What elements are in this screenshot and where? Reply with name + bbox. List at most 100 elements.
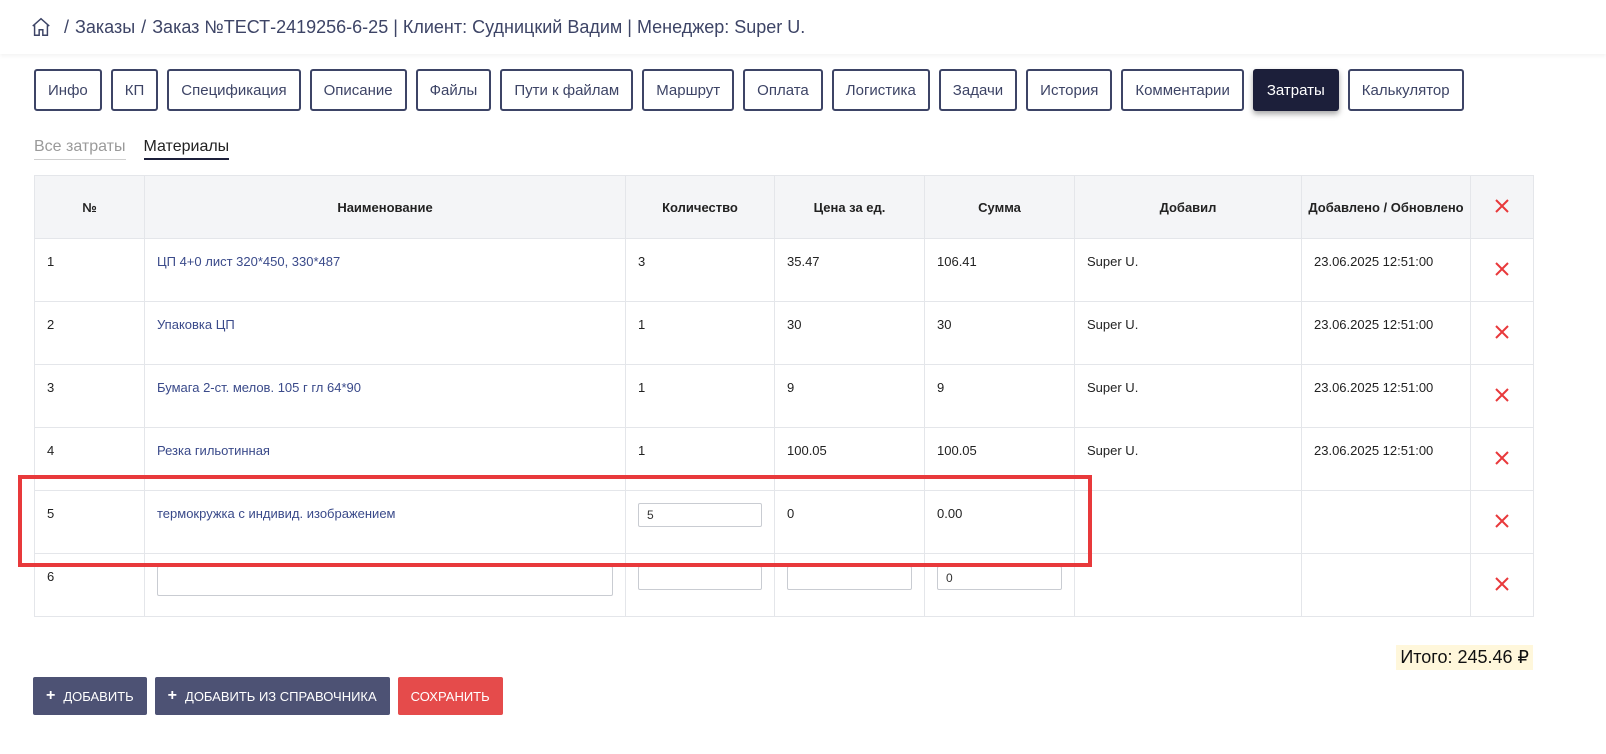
- table-row: 3 Бумага 2-ст. мелов. 105 г гл 64*90 1 9…: [34, 364, 1534, 428]
- total-amount: Итого: 245.46 ₽: [1396, 645, 1533, 670]
- home-icon[interactable]: [30, 16, 52, 38]
- tab-route[interactable]: Маршрут: [642, 69, 735, 111]
- row-quantity: 1: [625, 364, 775, 428]
- delete-row-icon[interactable]: [1494, 576, 1510, 592]
- order-tabs: Инфо КП Спецификация Описание Файлы Пути…: [34, 69, 1464, 111]
- row-name-link[interactable]: Упаковка ЦП: [144, 301, 626, 365]
- table-row-new: 6: [34, 553, 1534, 617]
- delete-row-icon[interactable]: [1494, 324, 1510, 340]
- row-unit-price: 0: [774, 490, 925, 554]
- tab-info[interactable]: Инфо: [34, 69, 102, 111]
- subtab-all-costs[interactable]: Все затраты: [34, 138, 126, 160]
- tab-calculator[interactable]: Калькулятор: [1347, 69, 1464, 111]
- quantity-input[interactable]: [638, 566, 762, 590]
- row-added-by: Super U.: [1074, 364, 1302, 428]
- action-buttons: + Добавить + Добавить из справочника Сох…: [33, 677, 503, 715]
- tab-kp[interactable]: КП: [110, 69, 159, 111]
- table-row: 1 ЦП 4+0 лист 320*450, 330*487 3 35.47 1…: [34, 238, 1534, 302]
- table-row: 2 Упаковка ЦП 1 30 30 Super U. 23.06.202…: [34, 301, 1534, 365]
- row-number: 3: [34, 364, 145, 428]
- row-added-by: [1074, 490, 1302, 554]
- subtab-materials[interactable]: Материалы: [143, 138, 230, 160]
- add-button-label: Добавить: [63, 688, 134, 704]
- tab-file-paths[interactable]: Пути к файлам: [500, 69, 634, 111]
- row-date: 23.06.2025 12:51:00: [1301, 364, 1471, 428]
- plus-icon: +: [167, 687, 178, 704]
- save-button[interactable]: Сохранить: [397, 677, 503, 715]
- row-added-by: [1074, 553, 1302, 617]
- unit-price-input[interactable]: [787, 566, 912, 590]
- row-added-by: Super U.: [1074, 427, 1302, 491]
- row-sum: 0.00: [924, 490, 1075, 554]
- sum-input[interactable]: [937, 566, 1062, 590]
- table-row: 4 Резка гильотинная 1 100.05 100.05 Supe…: [34, 427, 1534, 491]
- save-button-label: Сохранить: [410, 688, 490, 704]
- delete-row-icon[interactable]: [1494, 261, 1510, 277]
- row-number: 5: [34, 490, 145, 554]
- column-header-added-by: Добавил: [1074, 175, 1302, 239]
- delete-row-icon[interactable]: [1494, 513, 1510, 529]
- row-unit-price: 30: [774, 301, 925, 365]
- tab-comments[interactable]: Комментарии: [1121, 69, 1244, 111]
- table-row: 5 термокружка с индивид. изображением 0 …: [34, 490, 1534, 554]
- column-header-name: Наименование: [144, 175, 626, 239]
- breadcrumb-order-title: Заказ №ТЕСТ-2419256-6-25 | Клиент: Судни…: [152, 16, 806, 37]
- tab-files[interactable]: Файлы: [415, 69, 492, 111]
- row-quantity: 1: [625, 427, 775, 491]
- column-header-number: №: [34, 175, 145, 239]
- table-header-row: № Наименование Количество Цена за ед. Су…: [34, 175, 1534, 239]
- breadcrumb-bar: / Заказы / Заказ №ТЕСТ-2419256-6-25 | Кл…: [0, 0, 1606, 54]
- tab-description[interactable]: Описание: [309, 69, 407, 111]
- row-name-link[interactable]: ЦП 4+0 лист 320*450, 330*487: [144, 238, 626, 302]
- tab-logistics[interactable]: Логистика: [831, 69, 930, 111]
- row-sum: 30: [924, 301, 1075, 365]
- tab-payment[interactable]: Оплата: [743, 69, 823, 111]
- row-quantity: 3: [625, 238, 775, 302]
- row-sum: 100.05: [924, 427, 1075, 491]
- row-name-cell: [144, 553, 626, 617]
- row-date: [1301, 553, 1471, 617]
- row-name-link[interactable]: термокружка с индивид. изображением: [144, 490, 626, 554]
- tab-history[interactable]: История: [1026, 69, 1113, 111]
- delete-all-cell: [1470, 175, 1534, 239]
- breadcrumb-separator: /: [141, 16, 147, 37]
- row-date: [1301, 490, 1471, 554]
- name-input[interactable]: [157, 566, 613, 596]
- row-price-cell: [774, 553, 925, 617]
- row-sum: 106.41: [924, 238, 1075, 302]
- breadcrumb-orders-link[interactable]: Заказы: [75, 17, 135, 38]
- quantity-input[interactable]: [638, 503, 762, 527]
- column-header-sum: Сумма: [924, 175, 1075, 239]
- row-delete-cell: [1470, 301, 1534, 365]
- row-date: 23.06.2025 12:51:00: [1301, 427, 1471, 491]
- row-unit-price: 100.05: [774, 427, 925, 491]
- delete-all-icon[interactable]: [1494, 198, 1510, 214]
- row-number: 6: [34, 553, 145, 617]
- row-quantity-cell: [625, 490, 775, 554]
- tab-tasks[interactable]: Задачи: [938, 69, 1018, 111]
- add-from-directory-label: Добавить из справочника: [185, 688, 377, 704]
- materials-table: № Наименование Количество Цена за ед. Су…: [34, 175, 1534, 617]
- tab-costs[interactable]: Затраты: [1252, 69, 1339, 111]
- row-name-link[interactable]: Бумага 2-ст. мелов. 105 г гл 64*90: [144, 364, 626, 428]
- column-header-quantity: Количество: [625, 175, 775, 239]
- row-number: 4: [34, 427, 145, 491]
- column-header-added-updated: Добавлено / Обновлено: [1301, 175, 1471, 239]
- delete-row-icon[interactable]: [1494, 450, 1510, 466]
- row-quantity-cell: [625, 553, 775, 617]
- row-delete-cell: [1470, 490, 1534, 554]
- row-quantity: 1: [625, 301, 775, 365]
- row-sum-cell: [924, 553, 1075, 617]
- breadcrumb-separator: /: [64, 16, 70, 37]
- delete-row-icon[interactable]: [1494, 387, 1510, 403]
- add-from-directory-button[interactable]: + Добавить из справочника: [154, 677, 390, 715]
- row-name-link[interactable]: Резка гильотинная: [144, 427, 626, 491]
- row-unit-price: 35.47: [774, 238, 925, 302]
- plus-icon: +: [46, 687, 56, 704]
- cost-subtabs: Все затраты Материалы: [34, 138, 230, 160]
- row-date: 23.06.2025 12:51:00: [1301, 238, 1471, 302]
- row-added-by: Super U.: [1074, 301, 1302, 365]
- row-sum: 9: [924, 364, 1075, 428]
- add-button[interactable]: + Добавить: [33, 677, 147, 715]
- tab-specification[interactable]: Спецификация: [167, 69, 301, 111]
